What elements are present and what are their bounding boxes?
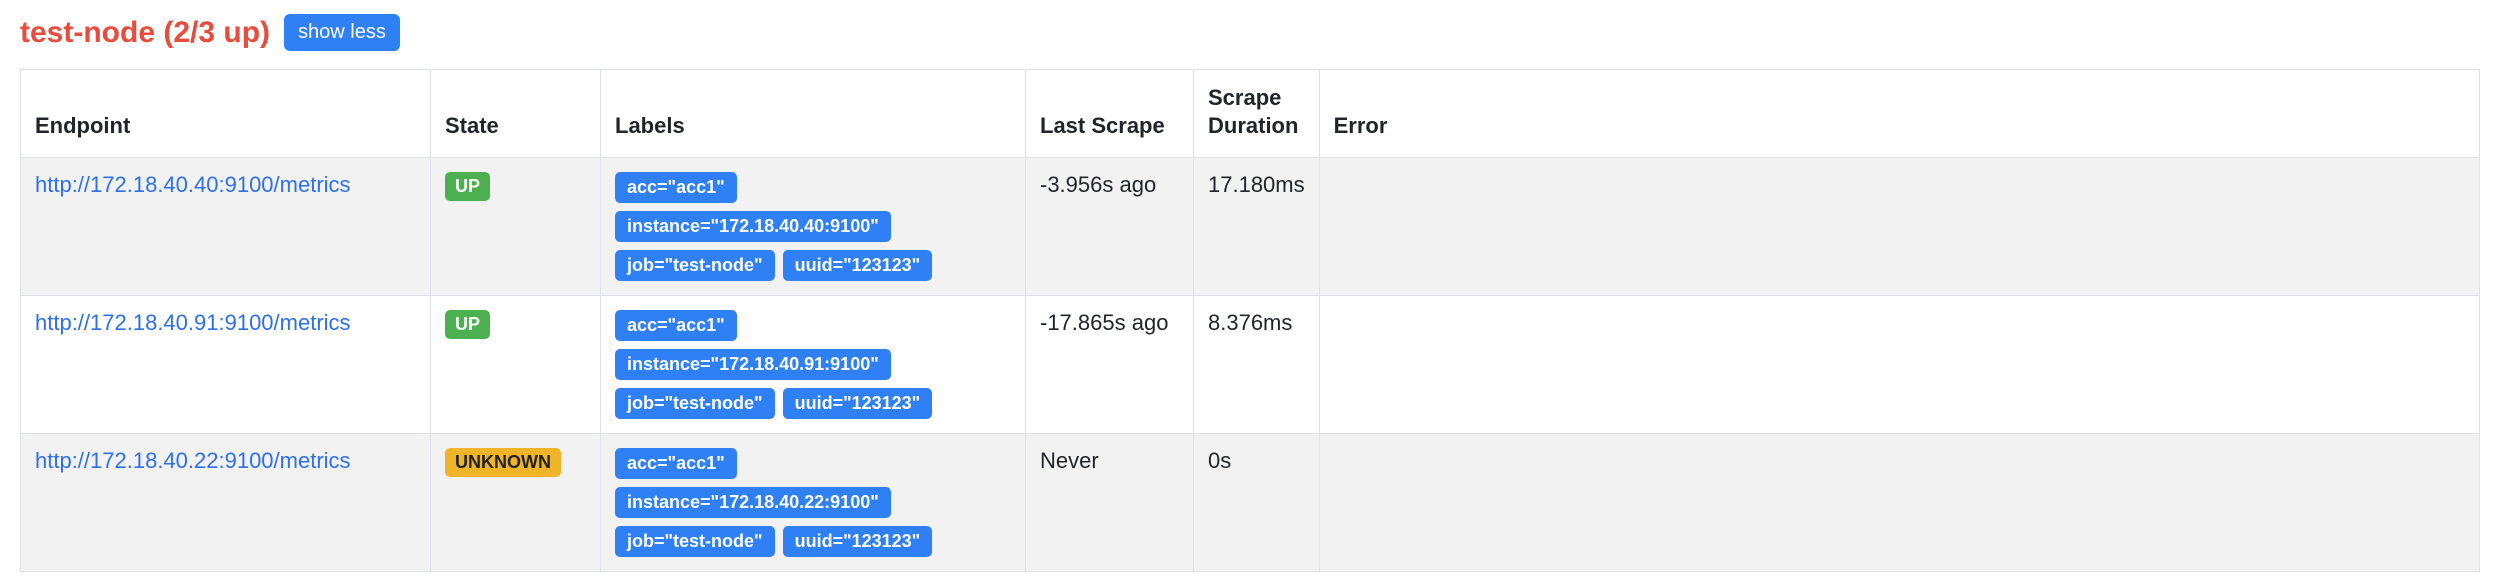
targets-tbody: http://172.18.40.40:9100/metrics UP acc="a… [21, 158, 2480, 572]
cell-state: UNKNOWN [431, 434, 601, 572]
col-header-endpoint: Endpoint [21, 70, 431, 158]
table-row: http://172.18.40.22:9100/metrics UNKNOWN a… [21, 434, 2480, 572]
section-title: test-node (2/3 up) [20, 16, 270, 50]
cell-state: UP [431, 296, 601, 434]
label-chip: instance="172.18.40.91:9100" [615, 349, 891, 380]
cell-scrape-duration: 17.180ms [1194, 158, 1320, 296]
cell-error [1319, 296, 2479, 434]
label-chip: instance="172.18.40.22:9100" [615, 487, 891, 518]
endpoint-link[interactable]: http://172.18.40.91:9100/metrics [35, 310, 351, 335]
state-badge: UP [445, 310, 490, 339]
cell-error [1319, 158, 2479, 296]
table-row: http://172.18.40.91:9100/metrics UP acc="a… [21, 296, 2480, 434]
cell-endpoint: http://172.18.40.91:9100/metrics [21, 296, 431, 434]
cell-last-scrape: -3.956s ago [1026, 158, 1194, 296]
col-header-error: Error [1319, 70, 2479, 158]
cell-error [1319, 434, 2479, 572]
col-header-state: State [431, 70, 601, 158]
label-chip: job="test-node" [615, 250, 775, 281]
state-badge: UNKNOWN [445, 448, 561, 477]
label-chip: uuid="123123" [783, 388, 933, 419]
cell-state: UP [431, 158, 601, 296]
label-chip: acc="acc1" [615, 310, 737, 341]
label-chip: uuid="123123" [783, 526, 933, 557]
col-header-scrape-duration: Scrape Duration [1194, 70, 1320, 158]
label-chip: job="test-node" [615, 526, 775, 557]
endpoint-link[interactable]: http://172.18.40.40:9100/metrics [35, 172, 351, 197]
col-header-last-scrape: Last Scrape [1026, 70, 1194, 158]
cell-labels: acc="acc1" instance="172.18.40.22:9100" jo… [601, 434, 1026, 572]
cell-last-scrape: -17.865s ago [1026, 296, 1194, 434]
cell-endpoint: http://172.18.40.40:9100/metrics [21, 158, 431, 296]
cell-scrape-duration: 0s [1194, 434, 1320, 572]
labels-wrap: acc="acc1" instance="172.18.40.91:9100" jo… [615, 310, 1011, 419]
table-row: http://172.18.40.40:9100/metrics UP acc="a… [21, 158, 2480, 296]
label-chip: uuid="123123" [783, 250, 933, 281]
label-chip: acc="acc1" [615, 448, 737, 479]
state-badge: UP [445, 172, 490, 201]
cell-last-scrape: Never [1026, 434, 1194, 572]
col-header-labels: Labels [601, 70, 1026, 158]
cell-scrape-duration: 8.376ms [1194, 296, 1320, 434]
cell-labels: acc="acc1" instance="172.18.40.40:9100" jo… [601, 158, 1026, 296]
endpoint-link[interactable]: http://172.18.40.22:9100/metrics [35, 448, 351, 473]
label-chip: acc="acc1" [615, 172, 737, 203]
label-chip: instance="172.18.40.40:9100" [615, 211, 891, 242]
targets-table: Endpoint State Labels Last Scrape Scrape… [20, 69, 2480, 572]
labels-wrap: acc="acc1" instance="172.18.40.40:9100" jo… [615, 172, 1011, 281]
cell-endpoint: http://172.18.40.22:9100/metrics [21, 434, 431, 572]
toggle-show-less-button[interactable]: show less [284, 14, 400, 51]
label-chip: job="test-node" [615, 388, 775, 419]
labels-wrap: acc="acc1" instance="172.18.40.22:9100" jo… [615, 448, 1011, 557]
cell-labels: acc="acc1" instance="172.18.40.91:9100" jo… [601, 296, 1026, 434]
section-header: test-node (2/3 up) show less [20, 14, 2480, 51]
